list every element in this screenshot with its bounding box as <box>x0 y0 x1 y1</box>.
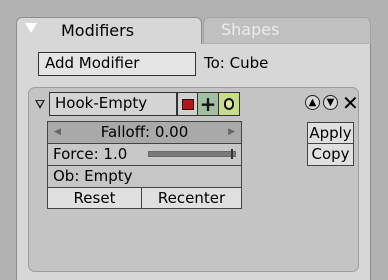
modifier-name-field[interactable]: Hook-Empty <box>49 92 177 116</box>
copy-button[interactable]: Copy <box>307 144 354 166</box>
object-label: Ob: Empty <box>53 167 133 185</box>
tab-shapes[interactable]: Shapes <box>203 17 371 43</box>
modifier-mode-toggles: + <box>177 92 240 116</box>
collapse-triangle-icon[interactable] <box>25 23 37 33</box>
tab-bar: Modifiers Shapes <box>0 0 388 47</box>
force-slider-thumb[interactable] <box>231 149 233 159</box>
falloff-field[interactable]: ◀ Falloff: 0.00 ▶ <box>47 121 242 143</box>
delete-modifier-icon[interactable]: ✕ <box>342 91 359 115</box>
hook-settings: ◀ Falloff: 0.00 ▶ Force: 1.0 Ob: Empty R… <box>47 121 242 209</box>
force-label: Force: 1.0 <box>53 145 128 163</box>
add-modifier-button[interactable]: Add Modifier <box>38 52 196 76</box>
tab-modifiers[interactable]: Modifiers <box>16 17 202 47</box>
modifiers-panel: Add Modifier To: Cube Hook-Empty + ▲ ▼ ✕… <box>16 44 371 280</box>
move-down-icon[interactable]: ▼ <box>323 95 338 110</box>
decrement-arrow-icon[interactable]: ◀ <box>54 122 61 142</box>
move-up-icon[interactable]: ▲ <box>305 95 320 110</box>
target-object-label: To: Cube <box>204 54 269 72</box>
editmode-toggle-icon[interactable] <box>219 92 240 116</box>
expand-triangle-icon[interactable] <box>35 100 45 109</box>
apply-copy-group: Apply Copy <box>307 122 354 166</box>
increment-arrow-icon[interactable]: ▶ <box>228 122 235 142</box>
tab-modifiers-label: Modifiers <box>61 21 135 40</box>
force-slider[interactable]: Force: 1.0 <box>47 143 242 165</box>
reorder-buttons: ▲ ▼ <box>305 95 338 110</box>
force-slider-track[interactable] <box>148 149 236 159</box>
hook-action-row: Reset Recenter <box>47 187 242 209</box>
recenter-button[interactable]: Recenter <box>142 187 242 209</box>
force-slider-fill <box>149 152 235 156</box>
object-field[interactable]: Ob: Empty <box>47 165 242 187</box>
reset-button[interactable]: Reset <box>47 187 142 209</box>
tab-shapes-label: Shapes <box>221 20 280 39</box>
apply-button[interactable]: Apply <box>307 122 354 144</box>
falloff-label: Falloff: 0.00 <box>100 123 189 141</box>
hook-modifier-box: Hook-Empty + ▲ ▼ ✕ ◀ Falloff: 0.00 ▶ For… <box>28 87 359 272</box>
render-toggle-icon[interactable] <box>177 92 198 116</box>
realtime-toggle-icon[interactable]: + <box>198 92 219 116</box>
